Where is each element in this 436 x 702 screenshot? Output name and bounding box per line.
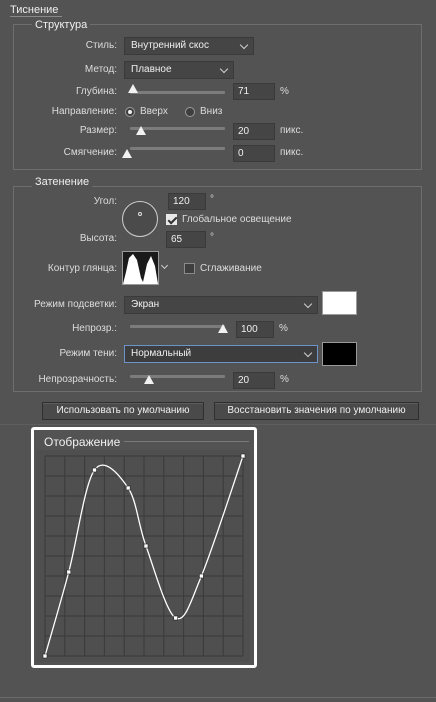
highlight-mode-label: Режим подсветки: bbox=[34, 299, 117, 310]
antialias-checkbox[interactable] bbox=[184, 263, 195, 274]
depth-slider-thumb[interactable] bbox=[128, 84, 138, 93]
highlight-mode-select[interactable]: Экран bbox=[124, 296, 318, 314]
size-label: Размер: bbox=[79, 125, 117, 136]
curve-control-point[interactable] bbox=[240, 453, 246, 459]
direction-down-radio[interactable] bbox=[185, 107, 195, 117]
mapping-graph[interactable] bbox=[36, 450, 250, 662]
highlight-mode-value: Экран bbox=[131, 299, 160, 310]
chevron-down-icon bbox=[239, 38, 249, 54]
curve-control-point[interactable] bbox=[199, 573, 204, 579]
soften-label: Смягчение: bbox=[63, 147, 117, 158]
size-input[interactable]: 20 bbox=[233, 123, 275, 140]
shadow-mode-value: Нормальный bbox=[131, 348, 192, 359]
highlight-opacity-input[interactable]: 100 bbox=[236, 321, 274, 338]
curve-graph-svg[interactable] bbox=[36, 450, 250, 662]
chevron-down-icon bbox=[219, 62, 229, 78]
angle-dial[interactable] bbox=[122, 201, 158, 237]
highlight-color-swatch[interactable] bbox=[322, 291, 357, 315]
panel-divider bbox=[0, 424, 436, 425]
soften-slider-track[interactable] bbox=[130, 147, 225, 150]
soften-slider-thumb[interactable] bbox=[122, 149, 132, 158]
reset-default-button[interactable]: Восстановить значения по умолчанию bbox=[214, 402, 419, 420]
direction-up-radio[interactable] bbox=[125, 107, 135, 117]
shadow-opacity-unit: % bbox=[280, 374, 289, 385]
soften-input[interactable]: 0 bbox=[233, 145, 275, 162]
section-title: Тиснение bbox=[10, 4, 59, 16]
direction-up-label[interactable]: Вверх bbox=[140, 105, 168, 119]
curve-control-point[interactable] bbox=[42, 653, 48, 659]
angle-input[interactable]: 120 bbox=[168, 193, 206, 210]
direction-down-label[interactable]: Вниз bbox=[200, 105, 222, 119]
altitude-unit: ° bbox=[210, 232, 214, 243]
shadow-opacity-input[interactable]: 20 bbox=[233, 372, 275, 389]
shadow-color-swatch[interactable] bbox=[322, 342, 357, 366]
highlight-opacity-slider-thumb[interactable] bbox=[218, 324, 228, 333]
gloss-contour-label: Контур глянца: bbox=[47, 263, 117, 274]
section-title-underline bbox=[10, 16, 62, 17]
altitude-label: Высота: bbox=[79, 233, 117, 244]
depth-input[interactable]: 71 bbox=[233, 83, 275, 100]
depth-slider-track[interactable] bbox=[130, 91, 225, 94]
method-select[interactable]: Плавное bbox=[124, 61, 234, 79]
mapping-legend-line bbox=[124, 441, 249, 442]
global-light-checkbox[interactable] bbox=[166, 214, 177, 225]
make-default-button[interactable]: Использовать по умолчанию bbox=[42, 402, 204, 420]
mapping-legend: Отображение bbox=[44, 435, 121, 449]
shadow-opacity-label: Непрозрачность: bbox=[38, 374, 117, 385]
gloss-contour-thumbnail[interactable] bbox=[122, 251, 159, 285]
soften-unit: пикс. bbox=[280, 147, 304, 158]
depth-label: Глубина: bbox=[76, 86, 117, 97]
highlight-opacity-slider-track[interactable] bbox=[130, 325, 225, 328]
curve-control-point[interactable] bbox=[143, 543, 149, 549]
shading-legend: Затенение bbox=[32, 176, 93, 188]
chevron-down-icon bbox=[303, 346, 313, 362]
altitude-input[interactable]: 65 bbox=[166, 231, 206, 248]
gloss-contour-dropdown[interactable] bbox=[160, 251, 171, 285]
shadow-mode-select[interactable]: Нормальный bbox=[124, 345, 318, 363]
size-unit: пикс. bbox=[280, 125, 304, 136]
antialias-label[interactable]: Сглаживание bbox=[200, 262, 262, 276]
curve-control-point[interactable] bbox=[173, 615, 178, 621]
depth-unit: % bbox=[280, 86, 289, 97]
shadow-mode-label: Режим тени: bbox=[59, 348, 117, 359]
curve-control-point[interactable] bbox=[92, 467, 97, 473]
structure-legend: Структура bbox=[32, 19, 91, 31]
global-light-label[interactable]: Глобальное освещение bbox=[182, 213, 292, 227]
direction-label: Направление: bbox=[51, 106, 117, 117]
angle-crosshair-icon bbox=[138, 212, 142, 216]
panel-bottom-divider bbox=[0, 697, 436, 698]
style-label: Стиль: bbox=[85, 40, 117, 51]
style-select-value: Внутренний скос bbox=[131, 40, 209, 51]
chevron-down-icon bbox=[160, 261, 169, 270]
size-slider-thumb[interactable] bbox=[136, 126, 146, 135]
angle-unit: ° bbox=[210, 194, 214, 205]
shadow-opacity-slider-thumb[interactable] bbox=[144, 375, 154, 384]
highlight-opacity-unit: % bbox=[279, 323, 288, 334]
curve-control-point[interactable] bbox=[125, 485, 131, 491]
style-select[interactable]: Внутренний скос bbox=[124, 37, 254, 55]
curve-control-point[interactable] bbox=[66, 569, 72, 575]
highlight-opacity-label: Непрозр.: bbox=[72, 323, 117, 334]
method-select-value: Плавное bbox=[131, 64, 172, 75]
method-label: Метод: bbox=[84, 64, 117, 75]
chevron-down-icon bbox=[303, 297, 313, 313]
angle-label: Угол: bbox=[93, 196, 117, 207]
